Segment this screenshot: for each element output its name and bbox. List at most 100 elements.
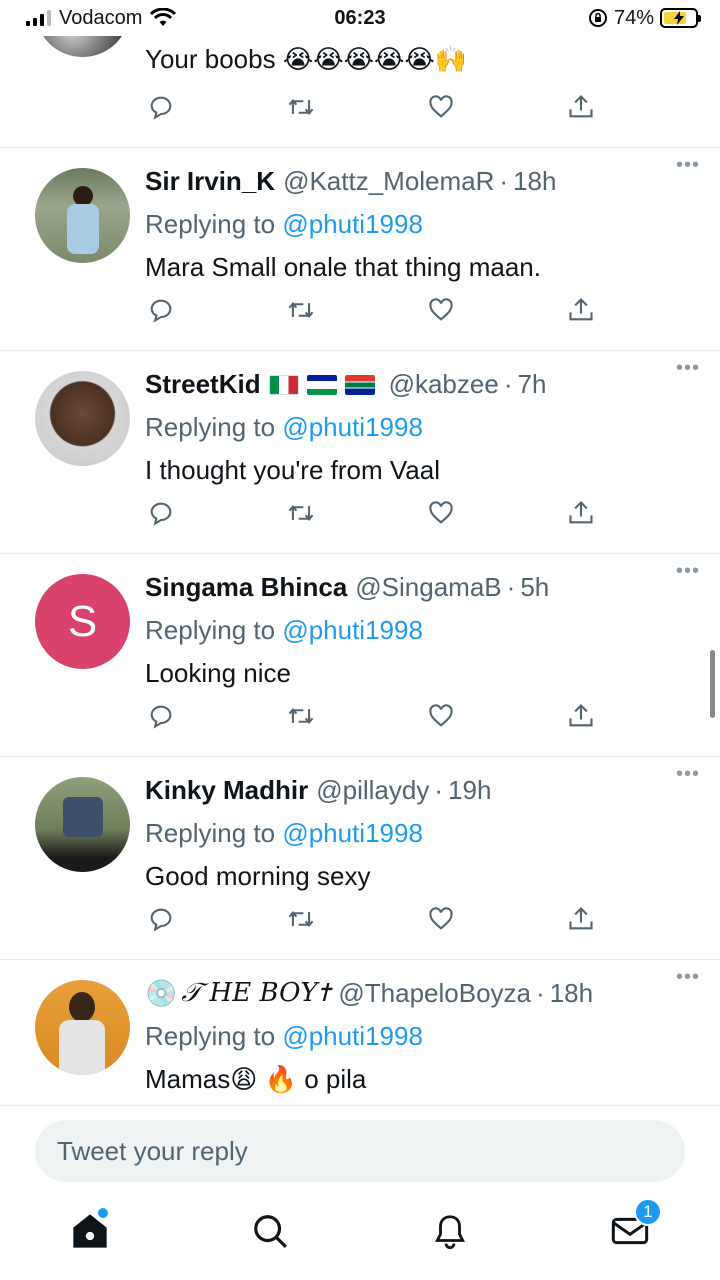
share-icon bbox=[569, 298, 593, 321]
heart-icon bbox=[429, 501, 453, 524]
tweet-emoji: 😭😭😭😭😭🙌 bbox=[282, 45, 468, 75]
tweet[interactable]: S ••• Singama Bhinca @SingamaB · 5h Repl… bbox=[0, 554, 720, 757]
replying-to: Replying to @phuti1998 bbox=[145, 818, 690, 849]
reply-icon bbox=[150, 96, 172, 120]
mention-link[interactable]: @phuti1998 bbox=[282, 615, 423, 645]
retweet-icon bbox=[288, 708, 314, 724]
tweet-time: 18h bbox=[513, 166, 557, 196]
mention-link[interactable]: @phuti1998 bbox=[282, 209, 423, 239]
heart-icon bbox=[429, 95, 453, 118]
rotation-lock-icon bbox=[588, 9, 607, 27]
replies-feed[interactable]: Your boobs 😭😭😭😭😭🙌 ••• Sir Irvin_K @Kattz… bbox=[0, 0, 720, 1105]
author-handle[interactable]: @SingamaB bbox=[355, 572, 501, 603]
scrollbar[interactable] bbox=[710, 650, 715, 718]
reply-icon bbox=[150, 502, 172, 526]
home-notification-dot bbox=[98, 1208, 108, 1218]
avatar[interactable]: S bbox=[35, 574, 130, 669]
author-name[interactable]: Sir Irvin_K bbox=[145, 166, 275, 197]
like-button[interactable] bbox=[426, 92, 456, 122]
replying-to: Replying to @phuti1998 bbox=[145, 615, 690, 646]
replying-to: Replying to @phuti1998 bbox=[145, 209, 690, 240]
reply-button[interactable] bbox=[146, 701, 176, 731]
author-handle[interactable]: @pillaydy bbox=[316, 775, 429, 806]
retweet-button[interactable] bbox=[286, 92, 316, 122]
author-name[interactable]: Kinky Madhir bbox=[145, 775, 308, 806]
reply-icon bbox=[150, 908, 172, 932]
nav-search[interactable] bbox=[240, 1206, 300, 1256]
signal-icon bbox=[26, 10, 51, 26]
share-button[interactable] bbox=[566, 295, 596, 325]
share-icon bbox=[569, 704, 593, 727]
mention-link[interactable]: @phuti1998 bbox=[282, 1021, 423, 1051]
battery-icon bbox=[660, 8, 701, 28]
author-handle[interactable]: @ThapeloBoyza bbox=[338, 978, 531, 1009]
share-button[interactable] bbox=[566, 904, 596, 934]
nav-home[interactable] bbox=[60, 1206, 120, 1256]
share-icon bbox=[569, 501, 593, 524]
mention-link[interactable]: @phuti1998 bbox=[282, 818, 423, 848]
heart-icon bbox=[429, 907, 453, 930]
wifi-icon bbox=[150, 8, 177, 26]
avatar[interactable] bbox=[35, 777, 130, 872]
battery-percent: 74% bbox=[613, 6, 654, 29]
share-button[interactable] bbox=[566, 701, 596, 731]
author-handle[interactable]: @Kattz_MolemaR bbox=[283, 166, 494, 197]
tweet-text: Your boobs bbox=[145, 44, 276, 74]
tweet-time: 7h bbox=[517, 369, 547, 399]
replying-label: Replying to bbox=[145, 1021, 276, 1051]
like-button[interactable] bbox=[426, 498, 456, 528]
avatar[interactable] bbox=[35, 371, 130, 466]
tweet[interactable]: ••• Sir Irvin_K @Kattz_MolemaR · 18h Rep… bbox=[0, 148, 720, 351]
south-africa-flag-icon bbox=[344, 374, 375, 395]
fire-emoji: 🔥 bbox=[264, 1065, 297, 1095]
tweet-text: Looking nice bbox=[145, 658, 291, 688]
mention-link[interactable]: @phuti1998 bbox=[282, 412, 423, 442]
retweet-button[interactable] bbox=[286, 295, 316, 325]
messages-badge: 1 bbox=[634, 1198, 662, 1226]
reply-button[interactable] bbox=[146, 92, 176, 122]
retweet-button[interactable] bbox=[286, 498, 316, 528]
tweet-time: 5h bbox=[520, 572, 550, 602]
share-button[interactable] bbox=[566, 92, 596, 122]
replying-label: Replying to bbox=[145, 818, 276, 848]
status-right: 74% bbox=[588, 6, 701, 30]
author-name[interactable]: StreetKid bbox=[145, 369, 261, 400]
heart-icon bbox=[429, 298, 453, 321]
author-name[interactable]: Singama Bhinca bbox=[145, 572, 347, 603]
heart-icon bbox=[429, 704, 453, 727]
retweet-icon bbox=[288, 302, 314, 318]
reply-button[interactable] bbox=[146, 295, 176, 325]
like-button[interactable] bbox=[426, 904, 456, 934]
nav-messages[interactable]: 1 bbox=[600, 1198, 662, 1256]
author-handle[interactable]: @kabzee bbox=[389, 369, 499, 400]
retweet-button[interactable] bbox=[286, 701, 316, 731]
retweet-button[interactable] bbox=[286, 904, 316, 934]
tweet[interactable]: ••• StreetKid @kabzee · 7h Replying to @… bbox=[0, 351, 720, 554]
tweet[interactable]: ••• 💿 𝒯 HE BOY✝ @ThapeloBoyza · 18h Repl… bbox=[0, 960, 720, 1105]
bell-icon bbox=[435, 1215, 465, 1250]
tweet-text: Good morning sexy bbox=[145, 861, 371, 891]
share-icon bbox=[569, 907, 593, 930]
tweet[interactable]: ••• Kinky Madhir @pillaydy · 19h Replyin… bbox=[0, 757, 720, 960]
tweet-time: 19h bbox=[448, 775, 492, 805]
replying-label: Replying to bbox=[145, 209, 276, 239]
replying-label: Replying to bbox=[145, 615, 276, 645]
reply-icon bbox=[150, 705, 172, 729]
separator-dot: · bbox=[434, 775, 444, 805]
reply-button[interactable] bbox=[146, 904, 176, 934]
retweet-icon bbox=[288, 99, 314, 115]
retweet-icon bbox=[288, 911, 314, 927]
nav-notifications[interactable] bbox=[420, 1206, 480, 1256]
avatar[interactable] bbox=[35, 168, 130, 263]
bottom-nav: 1 bbox=[0, 1190, 720, 1280]
share-button[interactable] bbox=[566, 498, 596, 528]
author-name[interactable]: 𝒯 HE BOY✝ bbox=[181, 978, 330, 1009]
tweet-actions bbox=[146, 904, 596, 934]
reply-bar bbox=[0, 1105, 720, 1190]
like-button[interactable] bbox=[426, 295, 456, 325]
disc-emoji: 💿 bbox=[145, 978, 178, 1009]
avatar[interactable] bbox=[35, 980, 130, 1075]
tweet-reply-input[interactable] bbox=[35, 1120, 685, 1182]
like-button[interactable] bbox=[426, 701, 456, 731]
reply-button[interactable] bbox=[146, 498, 176, 528]
